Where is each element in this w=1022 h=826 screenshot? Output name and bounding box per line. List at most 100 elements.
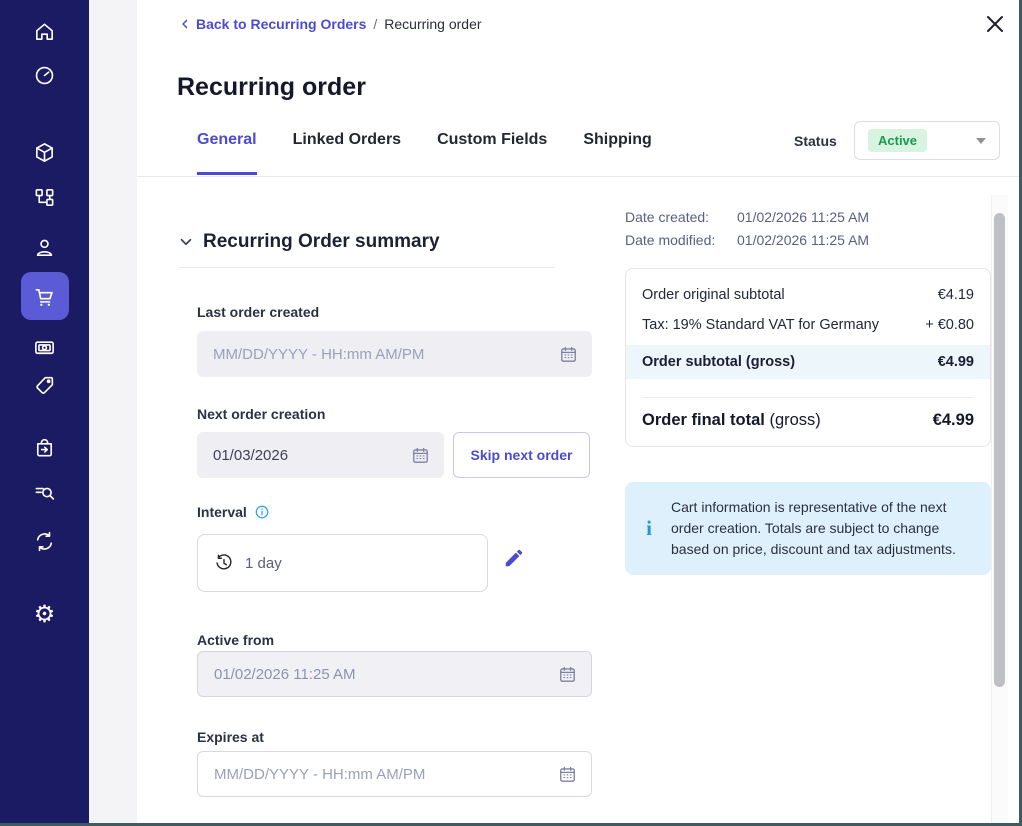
sidebar-item-products[interactable] (0, 141, 89, 164)
final-total-label: Order final total (gross) (642, 411, 821, 430)
section-divider (178, 267, 555, 268)
shop-bag-icon (33, 436, 56, 459)
categories-icon (33, 186, 56, 209)
sidebar-item-marketing[interactable] (0, 374, 89, 397)
tab-custom-fields[interactable]: Custom Fields (437, 131, 547, 175)
close-icon (982, 11, 1008, 37)
sidebar-item-sync[interactable] (0, 530, 89, 553)
status-dropdown[interactable]: Active (854, 121, 1000, 160)
date-meta: Date created: 01/02/2026 11:25 AM Date m… (625, 206, 869, 252)
tabs-divider (137, 176, 1019, 177)
tab-shipping[interactable]: Shipping (583, 131, 651, 175)
date-modified-row: Date modified: 01/02/2026 11:25 AM (625, 229, 869, 252)
breadcrumb-current: Recurring order (384, 16, 481, 32)
breadcrumb: Back to Recurring Orders / Recurring ord… (178, 16, 482, 32)
next-order-creation-field (197, 432, 444, 478)
total-row-original-subtotal: Order original subtotal €4.19 (626, 287, 990, 303)
cart-info-notice: i Cart information is representative of … (625, 482, 991, 575)
page-background-gutter (89, 0, 137, 823)
total-row-value: €4.19 (938, 287, 974, 303)
recurring-order-window: ⚙ Back to Recurring Orders / Recurring o… (0, 0, 1022, 826)
edit-interval-button[interactable] (503, 547, 529, 573)
info-icon: i (637, 497, 661, 560)
final-total-value: €4.99 (933, 411, 974, 430)
pencil-icon (503, 547, 525, 569)
interval-value: 1 day (245, 555, 282, 572)
last-order-created-label: Last order created (197, 304, 319, 320)
calendar-icon[interactable] (411, 446, 430, 465)
sidebar-item-orders[interactable] (0, 272, 89, 320)
sync-icon (33, 530, 56, 553)
customers-icon (33, 236, 56, 259)
sidebar-item-home[interactable] (0, 20, 89, 43)
sidebar-item-shop[interactable] (0, 436, 89, 459)
sidebar-item-search[interactable] (0, 482, 89, 505)
chevron-down-icon (178, 234, 194, 250)
interval-value-box: 1 day (197, 534, 488, 592)
next-order-creation-input[interactable] (213, 447, 401, 464)
summary-section-title: Recurring Order summary (203, 231, 440, 253)
interval-label: Interval (197, 504, 270, 520)
sidebar-item-settings[interactable]: ⚙ (0, 603, 89, 627)
marketing-tag-icon (33, 374, 56, 397)
notice-text: Cart information is representative of th… (671, 497, 975, 560)
skip-next-order-button[interactable]: Skip next order (453, 432, 590, 478)
status-label: Status (794, 133, 837, 149)
calendar-icon[interactable] (558, 665, 577, 684)
total-row-label: Tax: 19% Standard VAT for Germany (642, 317, 879, 333)
search-list-icon (33, 482, 56, 505)
close-button[interactable] (982, 11, 1008, 37)
home-icon (33, 20, 56, 43)
scrollbar-thumb[interactable] (994, 213, 1005, 687)
date-modified-value: 01/02/2026 11:25 AM (737, 229, 869, 252)
sidebar-item-customers[interactable] (0, 236, 89, 259)
tab-bar: General Linked Orders Custom Fields Ship… (197, 131, 652, 175)
history-icon (214, 553, 234, 573)
total-row-tax: Tax: 19% Standard VAT for Germany + €0.8… (626, 317, 990, 333)
calendar-icon[interactable] (559, 345, 578, 364)
calendar-icon[interactable] (558, 765, 577, 784)
date-created-row: Date created: 01/02/2026 11:25 AM (625, 206, 869, 229)
active-from-label: Active from (197, 632, 274, 648)
total-row-final: Order final total (gross) €4.99 (626, 398, 990, 446)
sidebar-item-payments[interactable] (0, 336, 89, 359)
total-row-value: €4.99 (938, 354, 974, 370)
dashboard-icon (33, 64, 56, 87)
page-title: Recurring order (177, 73, 366, 102)
tab-general[interactable]: General (197, 131, 257, 175)
expires-at-field (197, 751, 592, 797)
orders-cart-icon (33, 285, 56, 308)
settings-gear-icon: ⚙ (34, 603, 56, 627)
order-totals-card: Order original subtotal €4.19 Tax: 19% S… (625, 268, 991, 447)
info-icon[interactable] (254, 504, 270, 520)
last-order-created-field (197, 331, 592, 377)
breadcrumb-back-link[interactable]: Back to Recurring Orders (178, 16, 366, 32)
sidebar-active-highlight (21, 272, 69, 320)
date-modified-label: Date modified: (625, 229, 737, 252)
sidebar-item-dashboard[interactable] (0, 64, 89, 87)
sidebar-item-categories[interactable] (0, 186, 89, 209)
breadcrumb-separator: / (373, 16, 377, 32)
expires-at-input[interactable] (214, 766, 548, 783)
date-created-value: 01/02/2026 11:25 AM (737, 206, 869, 229)
status-badge: Active (868, 129, 927, 152)
date-created-label: Date created: (625, 206, 737, 229)
summary-section-toggle[interactable]: Recurring Order summary (178, 231, 440, 253)
active-from-input[interactable] (214, 666, 548, 683)
chevron-down-icon (976, 138, 986, 144)
interval-label-text: Interval (197, 504, 247, 520)
main-sidebar: ⚙ (0, 0, 89, 823)
final-total-label-bold: Order final total (642, 411, 765, 429)
payments-icon (33, 336, 56, 359)
total-row-subtotal-gross: Order subtotal (gross) €4.99 (626, 345, 990, 379)
total-row-label: Order original subtotal (642, 287, 785, 303)
expires-at-label: Expires at (197, 729, 264, 745)
tab-linked-orders[interactable]: Linked Orders (293, 131, 401, 175)
final-total-label-suffix: (gross) (769, 411, 820, 429)
last-order-created-input[interactable] (213, 346, 549, 363)
breadcrumb-back-label: Back to Recurring Orders (196, 16, 366, 32)
active-from-field (197, 651, 592, 697)
next-order-creation-label: Next order creation (197, 406, 325, 422)
products-cube-icon (33, 141, 56, 164)
chevron-left-icon (178, 17, 192, 31)
